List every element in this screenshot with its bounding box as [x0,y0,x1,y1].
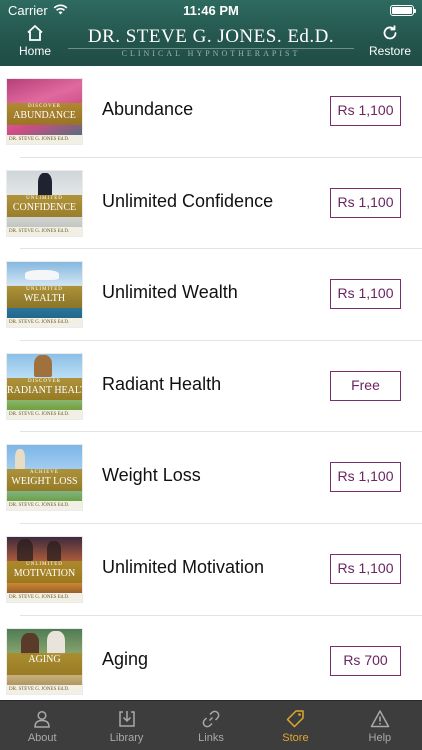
link-icon [202,710,220,728]
thumbnail-author: DR. STEVE G. JONES Ed.D. [7,684,82,694]
product-thumbnail: UNLIMITED MOTIVATION DR. STEVE G. JONES … [7,536,82,602]
thumbnail-title: RADIANT HEALTH [7,384,82,396]
tab-label: Library [109,732,144,744]
product-thumbnail: UNLIMITED CONFIDENCE DR. STEVE G. JONES … [7,170,82,236]
home-button[interactable]: Home [5,22,65,64]
price-button[interactable]: Rs 700 [330,645,401,676]
person-icon [34,710,50,728]
list-item[interactable]: ACHIEVE WEIGHT LOSS DR. STEVE G. JONES E… [0,432,422,524]
tab-bar: About Library Links Store Help [0,700,422,750]
product-title: Weight Loss [102,465,201,486]
price-button[interactable]: Rs 1,100 [330,96,401,126]
tab-label: Help [368,732,392,744]
restore-icon [383,25,397,40]
list-item[interactable]: AGING DR. STEVE G. JONES Ed.D. Aging Rs … [0,616,422,700]
brand-name: DR. STEVE G. JONES. Ed.D. [87,26,335,47]
product-thumbnail: AGING DR. STEVE G. JONES Ed.D. [7,628,82,694]
thumbnail-title: CONFIDENCE [12,201,77,213]
restore-label: Restore [368,44,412,58]
tab-help[interactable]: Help [338,701,422,750]
product-thumbnail: DISCOVER ABUNDANCE DR. STEVE G. JONES Ed… [7,79,82,144]
restore-button[interactable]: Restore [360,22,420,64]
thumbnail-author: DR. STEVE G. JONES Ed.D. [7,501,82,511]
list-item[interactable]: UNLIMITED WEALTH DR. STEVE G. JONES Ed.D… [0,249,422,341]
product-thumbnail: ACHIEVE WEIGHT LOSS DR. STEVE G. JONES E… [7,445,82,511]
thumbnail-author: DR. STEVE G. JONES Ed.D. [7,226,82,236]
tab-library[interactable]: Library [84,701,168,750]
status-time: 11:46 PM [183,3,239,18]
warning-icon [370,710,390,728]
home-label: Home [18,44,51,58]
thumbnail-author: DR. STEVE G. JONES Ed.D. [7,135,82,144]
tab-label: Store [282,732,309,744]
tab-label: Links [198,732,224,744]
product-title: Abundance [102,99,194,119]
thumbnail-author: DR. STEVE G. JONES Ed.D. [7,592,82,602]
product-title: Radiant Health [102,373,222,394]
price-button[interactable]: Rs 1,100 [330,462,401,493]
brand-logo: DR. STEVE G. JONES. Ed.D. CLINICAL HYPNO… [60,26,362,58]
tab-store[interactable]: Store [253,701,337,750]
list-item[interactable]: UNLIMITED MOTIVATION DR. STEVE G. JONES … [0,524,422,616]
thumbnail-title: WEALTH [23,293,66,305]
price-button[interactable]: Rs 1,100 [330,187,401,218]
product-list[interactable]: DISCOVER ABUNDANCE DR. STEVE G. JONES Ed… [0,66,422,700]
thumbnail-title: AGING [28,653,61,665]
list-item[interactable]: DISCOVER ABUNDANCE DR. STEVE G. JONES Ed… [0,66,422,158]
price-button[interactable]: Free [330,370,401,401]
home-icon [27,25,43,41]
product-title: Aging [102,648,149,669]
thumbnail-author: DR. STEVE G. JONES Ed.D. [7,318,82,328]
product-title: Unlimited Wealth [102,282,238,303]
product-title: Unlimited Motivation [102,556,265,577]
product-thumbnail: DISCOVER RADIANT HEALTH DR. STEVE G. JON… [7,353,82,419]
list-item[interactable]: UNLIMITED CONFIDENCE DR. STEVE G. JONES … [0,158,422,250]
price-button[interactable]: Rs 1,100 [330,279,401,310]
product-thumbnail: UNLIMITED WEALTH DR. STEVE G. JONES Ed.D… [7,262,82,328]
battery-icon [390,5,416,16]
thumbnail-title: MOTIVATION [13,567,76,579]
tab-links[interactable]: Links [169,701,253,750]
brand-subtitle: CLINICAL HYPNOTHERAPIST [68,48,354,58]
list-item[interactable]: DISCOVER RADIANT HEALTH DR. STEVE G. JON… [0,341,422,433]
price-button[interactable]: Rs 1,100 [330,553,401,584]
tag-icon [287,710,305,728]
thumbnail-title: ABUNDANCE [13,110,76,121]
thumbnail-author: DR. STEVE G. JONES Ed.D. [7,409,82,419]
tab-label: About [27,732,57,744]
status-bar: Carrier 11:46 PM [0,0,422,22]
thumbnail-title: WEIGHT LOSS [11,476,78,488]
download-icon [118,711,135,727]
app-header: Carrier 11:46 PM Home DR. STEVE G. JONES… [0,0,422,66]
tab-about[interactable]: About [0,701,84,750]
product-title: Unlimited Confidence [102,190,274,211]
